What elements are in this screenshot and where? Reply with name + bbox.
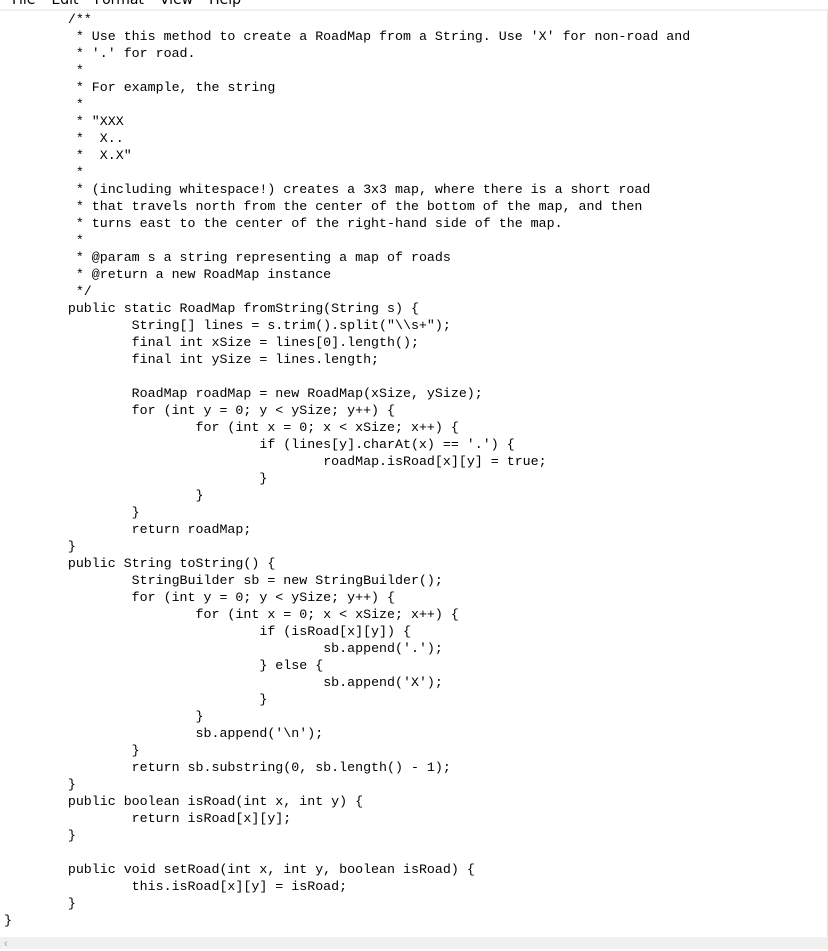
code-line: for (int x = 0; x < xSize; x++) { xyxy=(4,420,459,435)
code-line: public void setRoad(int x, int y, boolea… xyxy=(4,862,475,877)
text-editor[interactable]: /** * Use this method to create a RoadMa… xyxy=(4,11,828,937)
code-line: sb.append('X'); xyxy=(4,675,443,690)
code-line: } xyxy=(4,777,76,792)
code-line: for (int x = 0; x < xSize; x++) { xyxy=(4,607,459,622)
code-line: } xyxy=(4,539,76,554)
code-line: * X.. xyxy=(4,131,124,146)
code-line: } else { xyxy=(4,658,324,673)
code-line: * that travels north from the center of … xyxy=(4,199,643,214)
code-line: return isRoad[x][y]; xyxy=(4,811,292,826)
code-line: * turns east to the center of the right-… xyxy=(4,216,563,231)
code-line: /** xyxy=(4,12,92,27)
code-line: if (isRoad[x][y]) { xyxy=(4,624,411,639)
code-text[interactable]: /** * Use this method to create a RoadMa… xyxy=(4,11,828,929)
code-line: public static RoadMap fromString(String … xyxy=(4,301,419,316)
code-line: } xyxy=(4,896,76,911)
code-line: return sb.substring(0, sb.length() - 1); xyxy=(4,760,451,775)
code-line: public boolean isRoad(int x, int y) { xyxy=(4,794,364,809)
code-line: } xyxy=(4,471,268,486)
code-line: roadMap.isRoad[x][y] = true; xyxy=(4,454,547,469)
code-line: } xyxy=(4,505,140,520)
code-line: * xyxy=(4,97,84,112)
code-line: } xyxy=(4,743,140,758)
code-line: * Use this method to create a RoadMap fr… xyxy=(4,29,691,44)
code-line: * (including whitespace!) creates a 3x3 … xyxy=(4,182,651,197)
code-line: this.isRoad[x][y] = isRoad; xyxy=(4,879,348,894)
code-line: final int xSize = lines[0].length(); xyxy=(4,335,419,350)
code-line: * '.' for road. xyxy=(4,46,196,61)
code-line: } xyxy=(4,709,204,724)
code-line: final int ySize = lines.length; xyxy=(4,352,380,367)
code-line: String[] lines = s.trim().split("\\s+"); xyxy=(4,318,451,333)
code-line: * xyxy=(4,165,84,180)
code-line: StringBuilder sb = new StringBuilder(); xyxy=(4,573,443,588)
code-line: * For example, the string xyxy=(4,80,276,95)
code-line: * "XXX xyxy=(4,114,124,129)
code-line: * xyxy=(4,233,84,248)
code-line: } xyxy=(4,828,76,843)
code-line: } xyxy=(4,692,268,707)
code-line: */ xyxy=(4,284,92,299)
code-line: } xyxy=(4,488,204,503)
code-line: sb.append('\n'); xyxy=(4,726,324,741)
code-line: } xyxy=(4,913,12,928)
code-line: public String toString() { xyxy=(4,556,276,571)
code-line: * @return a new RoadMap instance xyxy=(4,267,332,282)
code-line: return roadMap; xyxy=(4,522,252,537)
code-line: sb.append('.'); xyxy=(4,641,443,656)
code-line: RoadMap roadMap = new RoadMap(xSize, ySi… xyxy=(4,386,483,401)
horizontal-scrollbar[interactable]: ‹ xyxy=(0,937,828,950)
code-line: for (int y = 0; y < ySize; y++) { xyxy=(4,403,395,418)
code-line: * @param s a string representing a map o… xyxy=(4,250,451,265)
code-line: * xyxy=(4,63,84,78)
code-line: for (int y = 0; y < ySize; y++) { xyxy=(4,590,395,605)
code-line: if (lines[y].charAt(x) == '.') { xyxy=(4,437,515,452)
code-line: * X.X" xyxy=(4,148,132,163)
